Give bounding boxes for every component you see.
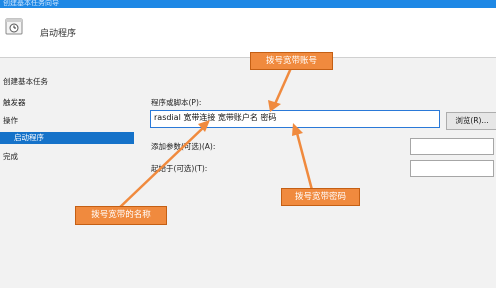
arrow-to-account: [273, 67, 293, 105]
annotation-name: 拨号宽带的名称: [75, 206, 167, 225]
annotation-name-text: 拨号宽带的名称: [91, 210, 151, 220]
arrowhead-account: [268, 100, 281, 112]
annotation-password: 拨号宽带密码: [281, 188, 360, 206]
annotation-account: 拨号宽带账号: [250, 52, 333, 70]
annotation-account-text: 拨号宽带账号: [265, 56, 317, 66]
annotation-arrows: [116, 67, 314, 211]
arrow-to-password: [295, 132, 314, 191]
annotation-password-text: 拨号宽带密码: [294, 192, 346, 202]
arrowhead-password: [292, 123, 303, 136]
arrow-to-name: [116, 126, 205, 211]
annotation-arrow-heads: [198, 100, 303, 136]
